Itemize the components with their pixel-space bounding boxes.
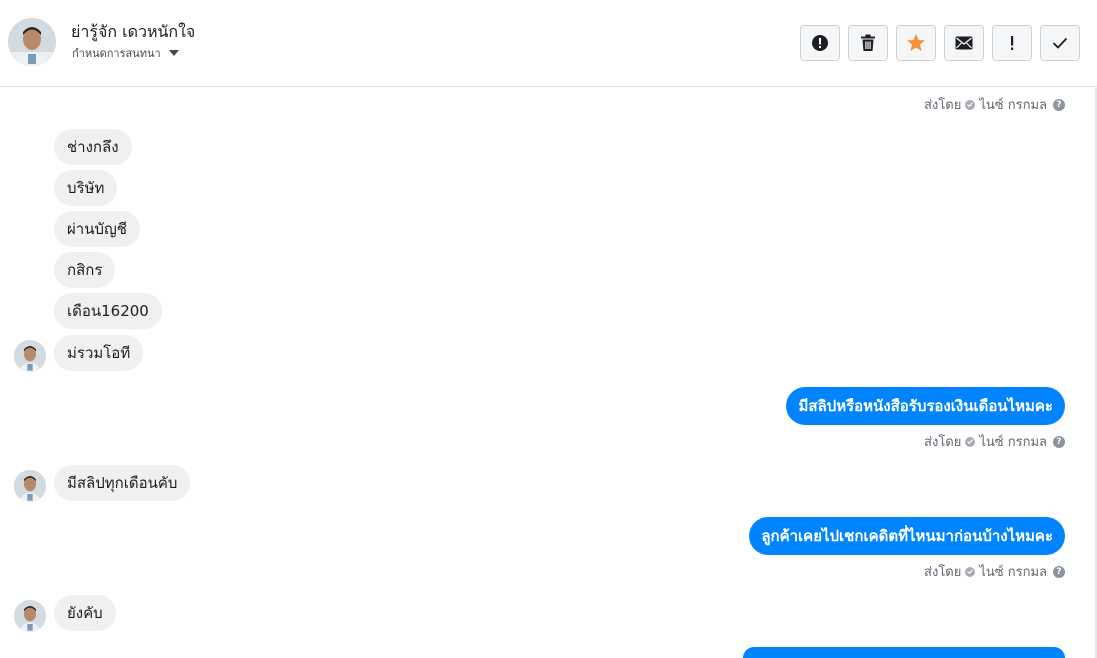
report-spam-button[interactable] <box>800 25 840 61</box>
caret-down-icon <box>168 50 179 56</box>
star-icon <box>907 34 925 51</box>
incoming-message[interactable]: ยังคับ <box>54 595 116 631</box>
help-icon[interactable]: ? <box>1053 98 1065 111</box>
help-icon[interactable]: ? <box>1053 565 1065 578</box>
help-icon[interactable]: ? <box>1053 435 1065 448</box>
assign-label: กำหนดการสนทนา <box>72 47 161 60</box>
incoming-message[interactable]: ผ่านบัญชี <box>54 211 140 247</box>
sent-by-prefix: ส่งโดย <box>924 565 962 580</box>
contact-avatar-small[interactable] <box>14 470 46 502</box>
outgoing-message-partial[interactable] <box>743 647 1065 658</box>
contact-avatar-small[interactable] <box>14 340 46 372</box>
trash-icon <box>861 34 875 51</box>
check-circle-icon <box>965 436 976 447</box>
sent-by-meta: ส่งโดย ไนซ์ กรกมล ? <box>924 431 1065 452</box>
sender-name[interactable]: ไนซ์ กรกมล <box>979 561 1047 582</box>
sent-by-prefix: ส่งโดย <box>924 98 962 113</box>
alert-circle-icon <box>812 35 828 51</box>
check-circle-icon <box>965 566 976 577</box>
checkmark-icon <box>1052 37 1068 49</box>
contact-avatar[interactable] <box>8 18 56 66</box>
mark-unread-button[interactable] <box>944 25 984 61</box>
mark-done-button[interactable] <box>1040 25 1080 61</box>
assign-conversation-dropdown[interactable]: กำหนดการสนทนา <box>72 44 179 62</box>
incoming-message[interactable]: เดือน16200 <box>54 293 162 329</box>
conversation-header: ย่ารู้จัก เดวหนักใจ กำหนดการสนทนา <box>0 0 1097 87</box>
envelope-icon <box>955 36 973 50</box>
outgoing-message[interactable]: มีสลิปหรือหนังสือรับรองเงินเดือนไหมคะ <box>786 387 1065 425</box>
sent-by-prefix: ส่งโดย <box>924 435 962 450</box>
exclamation-icon <box>1011 36 1014 50</box>
incoming-message[interactable]: มีสลิปทุกเดือนคับ <box>54 465 191 501</box>
incoming-message[interactable]: บริษัท <box>54 170 118 206</box>
sent-by-meta: ส่งโดย ไนซ์ กรกมล ? <box>924 561 1065 582</box>
incoming-message[interactable]: กสิกร <box>54 252 116 288</box>
sent-by-meta: ส่งโดย ไนซ์ กรกมล ? <box>924 94 1065 115</box>
star-button[interactable] <box>896 25 936 61</box>
contact-name[interactable]: ย่ารู้จัก เดวหนักใจ <box>71 20 195 45</box>
sender-name[interactable]: ไนซ์ กรกมล <box>979 94 1047 115</box>
incoming-message[interactable]: ม่รวมโอที <box>54 335 144 371</box>
sender-name[interactable]: ไนซ์ กรกมล <box>979 431 1047 452</box>
mark-important-button[interactable] <box>992 25 1032 61</box>
incoming-message[interactable]: ช่างกลึง <box>54 129 132 165</box>
delete-button[interactable] <box>848 25 888 61</box>
check-circle-icon <box>965 99 976 110</box>
contact-avatar-small[interactable] <box>14 600 46 632</box>
outgoing-message[interactable]: ลูกค้าเคยไปเชกเคดิตที่ไหนมาก่อนบ้างไหมคะ <box>749 517 1065 555</box>
